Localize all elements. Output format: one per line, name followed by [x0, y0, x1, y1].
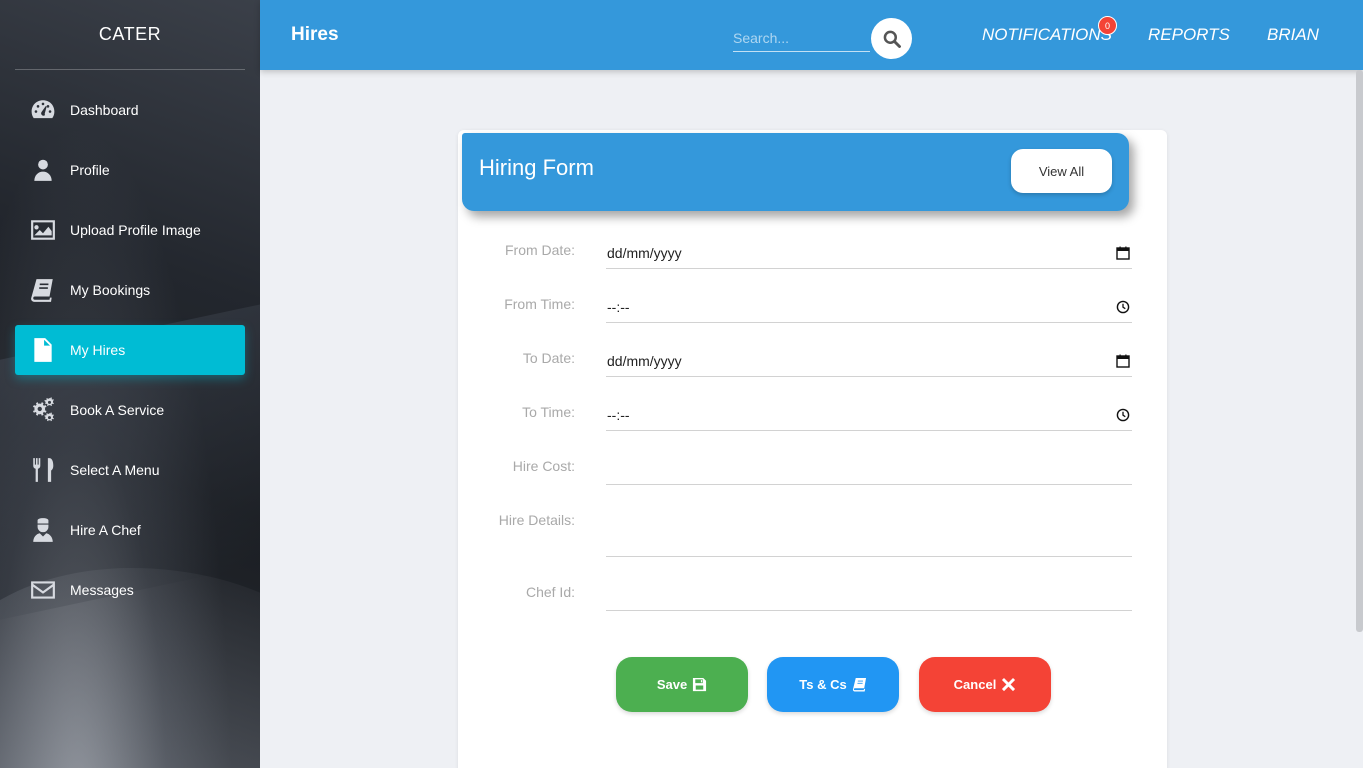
brand-logo[interactable]: CATER [0, 24, 260, 45]
chef-id-input[interactable] [606, 580, 1132, 611]
sidebar-item-label: Book A Service [70, 402, 165, 418]
clock-icon[interactable] [1116, 408, 1130, 422]
hire-details-textarea[interactable] [606, 505, 1132, 557]
notification-count-badge: 0 [1098, 16, 1117, 35]
terms-button-label: Ts & Cs [799, 677, 847, 692]
to-date-input[interactable]: dd/mm/yyyy [606, 346, 1132, 377]
page-title: Hires [291, 24, 339, 45]
clock-icon[interactable] [1116, 300, 1130, 314]
from-time-input[interactable]: --:-- [606, 292, 1132, 323]
to-date-label: To Date: [522, 350, 575, 366]
to-time-label: To Time: [522, 404, 575, 420]
sidebar-item-hire-a-chef[interactable]: Hire A Chef [15, 505, 245, 555]
envelope-icon [15, 577, 70, 603]
book-icon [15, 277, 70, 303]
search-input[interactable] [733, 24, 870, 52]
sidebar: CATER Dashboard Profile Upload Profile I… [0, 0, 260, 768]
cancel-button-label: Cancel [953, 677, 997, 692]
calendar-icon[interactable] [1116, 354, 1130, 368]
sidebar-item-label: Upload Profile Image [70, 222, 201, 238]
close-icon [1002, 677, 1016, 692]
sidebar-item-label: My Hires [70, 342, 126, 358]
sidebar-item-upload-profile-image[interactable]: Upload Profile Image [15, 205, 245, 255]
reports-link[interactable]: REPORTS [1148, 25, 1230, 45]
dashboard-icon [15, 97, 70, 123]
sidebar-nav: Dashboard Profile Upload Profile Image M… [15, 85, 245, 625]
top-navbar: Hires NOTIFICATIONS 0 REPORTS BRIAN [260, 0, 1363, 70]
floppy-disk-icon [693, 677, 707, 692]
save-button-label: Save [656, 677, 688, 692]
to-time-placeholder: --:-- [607, 407, 630, 423]
notifications-link[interactable]: NOTIFICATIONS [982, 25, 1112, 45]
sidebar-item-dashboard[interactable]: Dashboard [15, 85, 245, 135]
hire-details-label: Hire Details: [498, 512, 575, 528]
sidebar-item-label: Hire A Chef [70, 522, 141, 538]
calendar-icon[interactable] [1116, 246, 1130, 260]
file-icon [15, 337, 70, 363]
from-date-label: From Date: [504, 242, 575, 258]
terms-button[interactable]: Ts & Cs [767, 657, 899, 712]
cancel-button[interactable]: Cancel [919, 657, 1051, 712]
search-button[interactable] [871, 18, 912, 59]
from-date-placeholder: dd/mm/yyyy [607, 245, 682, 261]
hire-cost-input[interactable] [606, 454, 1132, 485]
sidebar-item-my-hires[interactable]: My Hires [15, 325, 245, 375]
hire-cost-label: Hire Cost: [512, 458, 575, 474]
sidebar-item-select-a-menu[interactable]: Select A Menu [15, 445, 245, 495]
sidebar-item-my-bookings[interactable]: My Bookings [15, 265, 245, 315]
from-time-label: From Time: [504, 296, 575, 312]
sidebar-item-book-a-service[interactable]: Book A Service [15, 385, 245, 435]
to-date-placeholder: dd/mm/yyyy [607, 353, 682, 369]
utensils-icon [15, 457, 70, 483]
sidebar-item-label: My Bookings [70, 282, 151, 298]
form-title: Hiring Form [479, 155, 594, 180]
image-icon [15, 217, 70, 243]
to-time-input[interactable]: --:-- [606, 400, 1132, 431]
search-icon [883, 30, 901, 48]
page-scrollbar[interactable] [1356, 70, 1363, 632]
user-menu[interactable]: BRIAN [1267, 25, 1319, 45]
from-time-placeholder: --:-- [607, 299, 630, 315]
sidebar-item-label: Dashboard [70, 102, 139, 118]
sidebar-item-label: Messages [70, 582, 134, 598]
chef-icon [15, 517, 70, 543]
from-date-input[interactable]: dd/mm/yyyy [606, 238, 1132, 269]
sidebar-item-label: Profile [70, 162, 110, 178]
book-icon [852, 677, 866, 692]
chef-id-label: Chef Id: [525, 584, 575, 600]
sidebar-item-profile[interactable]: Profile [15, 145, 245, 195]
card-header: Hiring Form View All [462, 133, 1129, 211]
sidebar-item-label: Select A Menu [70, 462, 160, 478]
cogs-icon [15, 397, 70, 423]
save-button[interactable]: Save [616, 657, 748, 712]
divider [15, 69, 245, 70]
view-all-button[interactable]: View All [1011, 149, 1112, 193]
user-icon [15, 157, 70, 183]
sidebar-item-messages[interactable]: Messages [15, 565, 245, 615]
